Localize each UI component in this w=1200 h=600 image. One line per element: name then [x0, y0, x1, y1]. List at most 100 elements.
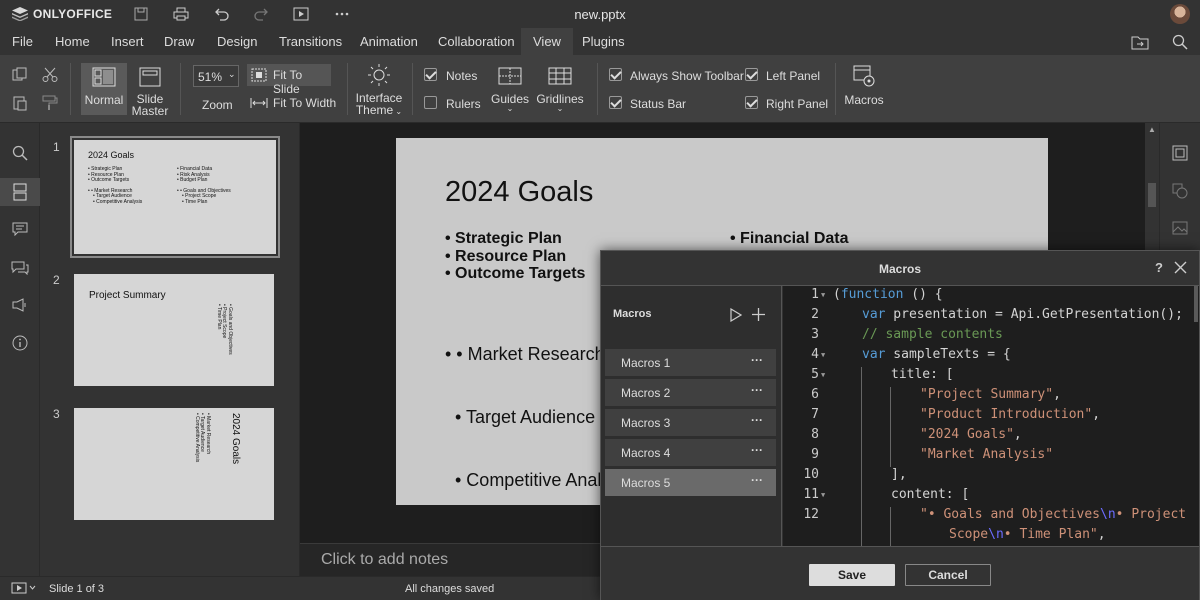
macro-menu-icon[interactable]: ···	[751, 443, 763, 457]
tab-home[interactable]: Home	[43, 28, 102, 55]
redo-icon[interactable]	[252, 5, 270, 23]
tab-collaboration[interactable]: Collaboration	[426, 28, 527, 55]
add-macro-icon[interactable]	[752, 308, 765, 324]
code-scrollbar-thumb[interactable]	[1194, 286, 1198, 322]
tab-plugins[interactable]: Plugins	[570, 28, 637, 55]
macros-button[interactable]: Macros	[842, 64, 886, 116]
start-slideshow-icon[interactable]	[292, 5, 310, 23]
image-settings-icon[interactable]	[1172, 221, 1188, 238]
scroll-up-icon[interactable]: ▲	[1147, 125, 1157, 135]
left-panel-checkbox[interactable]	[745, 68, 758, 81]
status-bar-checkbox[interactable]	[609, 96, 622, 109]
slide-left-bullets[interactable]: • Strategic Plan • Resource Plan • Outco…	[445, 230, 585, 283]
macro-menu-icon[interactable]: ···	[751, 353, 763, 367]
search-icon[interactable]	[1170, 32, 1190, 52]
close-icon[interactable]	[1174, 261, 1187, 277]
save-button[interactable]: Save	[809, 564, 895, 586]
scrollbar-thumb[interactable]	[1148, 183, 1156, 207]
normal-view-label: Normal	[84, 93, 124, 107]
guides-button[interactable]: Guides ⌄	[488, 67, 532, 119]
status-bar-label: Status Bar	[630, 97, 687, 111]
run-macro-icon[interactable]	[730, 307, 743, 325]
copy-icon[interactable]	[12, 67, 28, 86]
about-icon[interactable]	[0, 329, 40, 357]
slide-thumbnail-2[interactable]: Project Summary • Goals and Objectives •…	[74, 274, 274, 386]
code-token: function	[840, 287, 904, 302]
slide-right-bullets[interactable]: • Financial Data	[730, 230, 849, 248]
tab-draw[interactable]: Draw	[152, 28, 206, 55]
macro-menu-icon[interactable]: ···	[751, 473, 763, 487]
undo-icon[interactable]	[213, 5, 231, 23]
cut-icon[interactable]	[42, 67, 58, 86]
right-panel-checkbox[interactable]	[745, 96, 758, 109]
notes-placeholder: Click to add notes	[321, 551, 449, 568]
interface-theme-button[interactable]: Interface Theme ⌄	[354, 63, 404, 119]
indent-guide	[861, 427, 862, 447]
save-icon[interactable]	[132, 5, 150, 23]
slide-master-button[interactable]: Slide Master	[130, 63, 170, 119]
slide-settings-icon[interactable]	[1172, 145, 1188, 164]
app-logo-text: ONLYOFFICE	[33, 7, 113, 21]
fold-arrow-icon[interactable]: ▼	[821, 291, 825, 299]
fit-to-slide-button[interactable]: Fit To Slide	[247, 64, 331, 96]
zoom-select[interactable]: 51% ⌄	[193, 65, 239, 87]
macro-item[interactable]: Macros 2 ···	[605, 379, 776, 406]
tab-view[interactable]: View	[521, 28, 573, 55]
code-editor[interactable]: 1 ▼ (function () {2 var presentation = Api.…	[783, 286, 1199, 546]
fold-arrow-icon[interactable]: ▼	[821, 491, 825, 499]
macro-item[interactable]: Macros 1 ···	[605, 349, 776, 376]
macro-item-label: Macros 2	[621, 386, 671, 400]
slide-master-icon	[139, 67, 161, 87]
tab-animation[interactable]: Animation	[348, 28, 430, 55]
fit-to-width-button[interactable]: Fit To Width	[247, 92, 337, 114]
fold-arrow-icon[interactable]: ▼	[821, 351, 825, 359]
tab-insert[interactable]: Insert	[99, 28, 156, 55]
feedback-icon[interactable]	[0, 291, 40, 319]
open-file-location-icon[interactable]	[1130, 32, 1150, 52]
rulers-checkbox[interactable]	[424, 96, 437, 109]
more-icon[interactable]	[333, 5, 351, 23]
comments-icon[interactable]	[0, 215, 40, 243]
macro-menu-icon[interactable]: ···	[751, 383, 763, 397]
notes-checkbox[interactable]	[424, 68, 437, 81]
macro-menu-icon[interactable]: ···	[751, 413, 763, 427]
always-show-toolbar-checkbox[interactable]	[609, 68, 622, 81]
slide-thumbnail-1[interactable]: 2024 Goals • Strategic Plan • Resource P…	[70, 136, 280, 258]
code-line: "Market Analysis"	[920, 447, 1053, 462]
thumb-text: • Competitive Analysis	[93, 198, 143, 205]
chevron-down-icon: ⌄	[506, 104, 514, 113]
paste-icon[interactable]	[12, 95, 28, 114]
print-icon[interactable]	[172, 5, 190, 23]
indent-guide	[861, 467, 862, 487]
code-token: "Project Summary"	[920, 387, 1054, 402]
indent-guide	[890, 447, 891, 467]
slide-title[interactable]: 2024 Goals	[445, 176, 593, 209]
slides-panel-icon[interactable]	[0, 178, 40, 206]
code-token: ,	[1013, 427, 1022, 442]
normal-view-button[interactable]: Normal	[81, 63, 127, 115]
code-token: var	[862, 347, 886, 362]
cancel-button[interactable]: Cancel	[905, 564, 991, 586]
tab-design[interactable]: Design	[205, 28, 269, 55]
chat-icon[interactable]	[0, 254, 40, 282]
shape-settings-icon[interactable]	[1172, 183, 1188, 202]
macro-item-selected[interactable]: Macros 5 ···	[605, 469, 776, 496]
bullet-text: • Financial Data	[730, 230, 849, 247]
code-line: title: [	[891, 367, 954, 382]
search-icon[interactable]	[0, 139, 40, 167]
tab-file[interactable]: File	[0, 28, 45, 55]
app-logo: ONLYOFFICE	[12, 7, 112, 21]
tab-transitions[interactable]: Transitions	[267, 28, 354, 55]
macro-item[interactable]: Macros 3 ···	[605, 409, 776, 436]
macro-item[interactable]: Macros 4 ···	[605, 439, 776, 466]
fold-arrow-icon[interactable]: ▼	[821, 371, 825, 379]
slide-thumbnail-3[interactable]: 2024 Goals • Market Research • Target Au…	[74, 408, 274, 520]
slideshow-icon[interactable]	[11, 582, 37, 597]
gridlines-button[interactable]: Gridlines ⌄	[536, 67, 584, 119]
indent-guide	[861, 527, 862, 546]
code-token: ],	[891, 467, 907, 482]
avatar[interactable]	[1170, 4, 1190, 24]
help-icon[interactable]: ?	[1155, 260, 1163, 275]
format-painter-icon[interactable]	[42, 95, 58, 114]
line-number: 8	[811, 427, 819, 442]
